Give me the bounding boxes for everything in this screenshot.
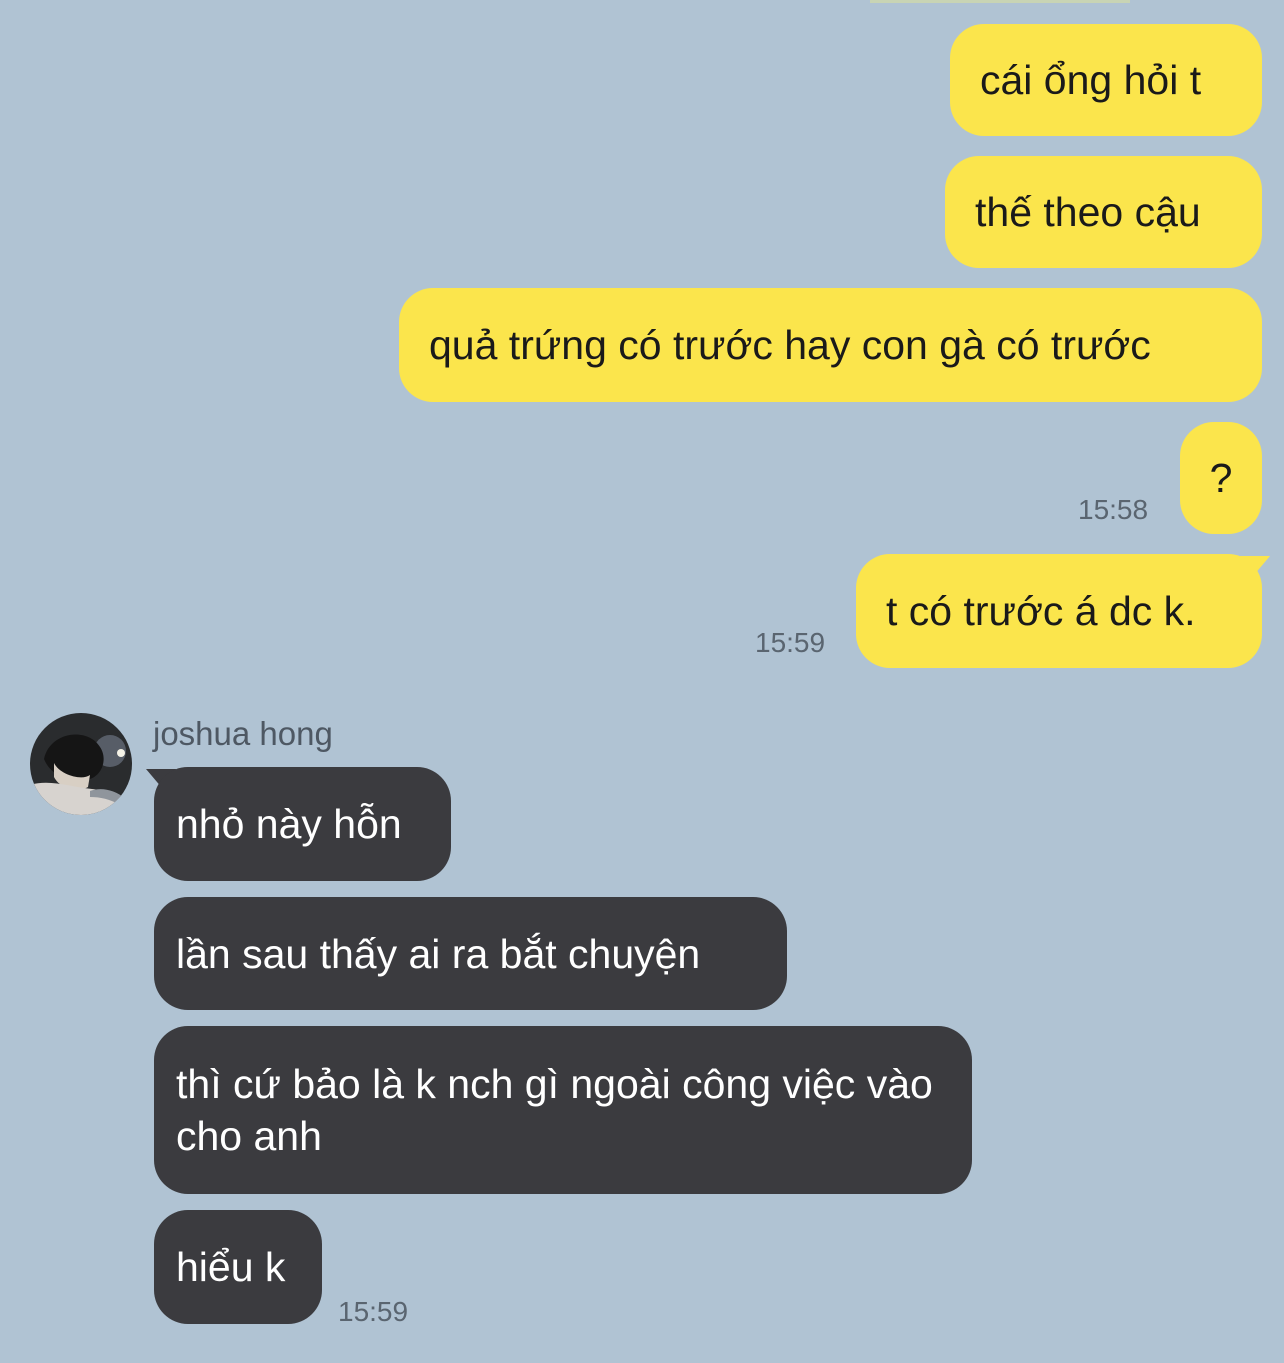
message-timestamp: 15:59 [338, 1296, 409, 1327]
sent-message[interactable]: t có trước á dc k. [856, 554, 1262, 668]
received-message[interactable]: thì cứ bảo là k nch gì ngoài công việc v… [154, 1026, 972, 1194]
message-text: hiểu k [176, 1244, 286, 1290]
message-text: thế theo cậu [975, 189, 1201, 235]
message-text: thì cứ bảo là k nch gì ngoài công việc v… [176, 1061, 933, 1159]
message-text: ? [1209, 455, 1233, 501]
message-text: quả trứng có trước hay con gà có trước [429, 322, 1151, 368]
sent-message[interactable]: ? [1180, 422, 1262, 534]
avatar-photo-icon [30, 713, 132, 815]
sent-message[interactable]: thế theo cậu [945, 156, 1262, 268]
message-text: lần sau thấy ai ra bắt chuyện [176, 930, 701, 977]
message-text: t có trước á dc k. [886, 588, 1196, 634]
message-timestamp: 15:59 [755, 627, 826, 658]
message-text: cái ổng hỏi t [980, 57, 1202, 103]
previous-message-edge [870, 0, 1130, 3]
contact-avatar[interactable] [30, 713, 132, 815]
sent-message[interactable]: cái ổng hỏi t [950, 24, 1262, 136]
message-timestamp: 15:58 [1078, 494, 1149, 525]
sent-message[interactable]: quả trứng có trước hay con gà có trước [399, 288, 1262, 402]
received-message[interactable]: hiểu k [154, 1210, 322, 1324]
received-message[interactable]: nhỏ này hỗn [154, 767, 451, 881]
received-message[interactable]: lần sau thấy ai ra bắt chuyện [154, 897, 787, 1010]
message-text: nhỏ này hỗn [176, 801, 402, 847]
contact-name: joshua hong [153, 715, 333, 752]
